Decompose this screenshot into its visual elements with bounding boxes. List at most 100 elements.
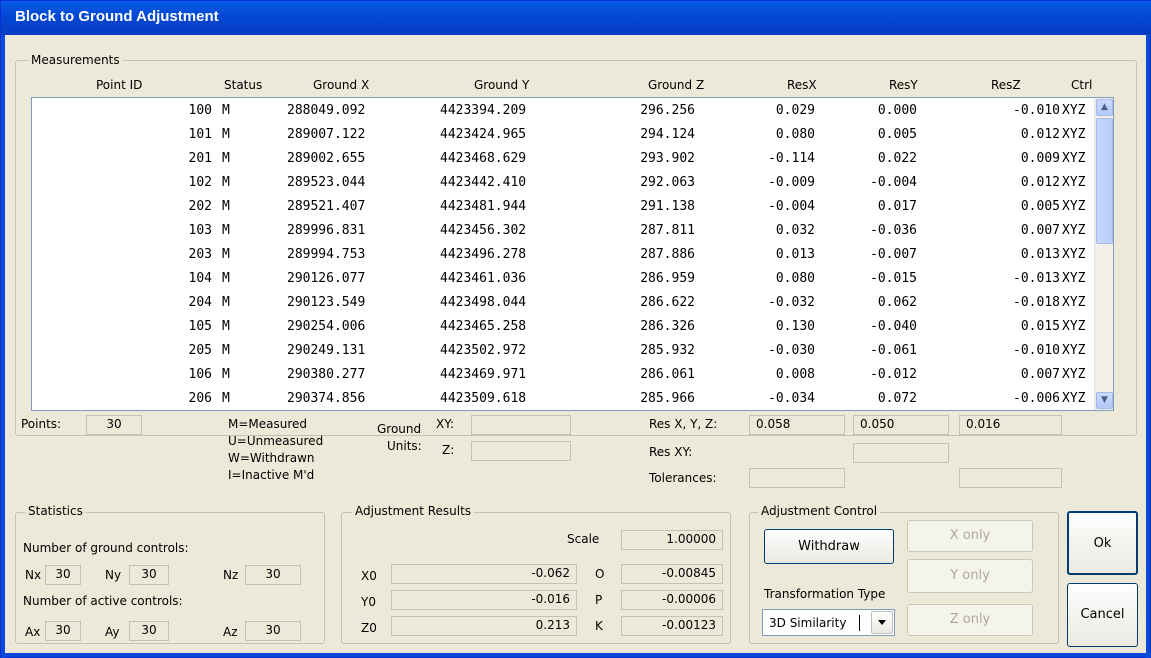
table-row[interactable]: 201 M 289002.655 4423468.629 293.902 -0.114 0.… xyxy=(32,148,1092,169)
table-row[interactable]: 203 M 289994.753 4423496.278 287.886 0.013 -0.… xyxy=(32,244,1092,265)
header-resx[interactable]: ResX xyxy=(787,78,817,92)
table-cell: M xyxy=(222,367,230,382)
table-cell: 289996.831 xyxy=(287,223,366,238)
table-cell: 4423456.302 xyxy=(440,223,527,238)
ground-controls-label: Number of ground controls: xyxy=(23,541,189,555)
tolerance-z-field xyxy=(959,468,1062,488)
header-ground-z[interactable]: Ground Z xyxy=(648,78,704,92)
res-y-field: 0.050 xyxy=(853,415,949,435)
table-row[interactable]: 106 M 290380.277 4423469.971 286.061 0.008 -0.… xyxy=(32,364,1092,385)
header-point-id[interactable]: Point ID xyxy=(96,78,142,92)
table-cell: M xyxy=(222,343,230,358)
adjustment-results-group-label: Adjustment Results xyxy=(352,504,475,518)
ay-field: 30 xyxy=(129,621,169,641)
table-cell: 4423509.618 xyxy=(440,391,527,406)
table-cell: 4423481.944 xyxy=(440,199,527,214)
vertical-scrollbar[interactable]: ▲ ▼ xyxy=(1094,98,1113,410)
z0-label: Z0 xyxy=(361,621,377,635)
table-row[interactable]: 202 M 289521.407 4423481.944 291.138 -0.004 0.… xyxy=(32,196,1092,217)
table-cell: M xyxy=(222,319,230,334)
res-z-field: 0.016 xyxy=(959,415,1062,435)
table-row[interactable]: 206 M 290374.856 4423509.618 285.966 -0.034 0.… xyxy=(32,388,1092,409)
table-cell: 201 xyxy=(188,151,212,166)
table-cell: M xyxy=(222,199,230,214)
header-resz[interactable]: ResZ xyxy=(991,78,1021,92)
scrollbar-thumb[interactable] xyxy=(1096,118,1113,244)
table-cell: M xyxy=(222,295,230,310)
ny-label: Ny xyxy=(105,568,122,582)
measurements-group-label: Measurements xyxy=(28,53,123,67)
table-row[interactable]: 104 M 290126.077 4423461.036 286.959 0.080 -0.… xyxy=(32,268,1092,289)
table-cell: M xyxy=(222,175,230,190)
table-cell: -0.040 xyxy=(870,319,917,334)
header-status[interactable]: Status xyxy=(224,78,262,92)
table-row[interactable]: 100 M 288049.092 4423394.209 296.256 0.029 0.0… xyxy=(32,100,1092,121)
ax-field: 30 xyxy=(45,621,81,641)
triangle-down-icon xyxy=(878,620,886,625)
table-cell: -0.018 xyxy=(1013,295,1060,310)
chevron-up-icon[interactable]: ▲ xyxy=(1096,99,1113,116)
z-only-button[interactable]: Z only xyxy=(907,604,1033,636)
withdraw-button[interactable]: Withdraw xyxy=(764,529,894,564)
measurements-list[interactable]: 100 M 288049.092 4423394.209 296.256 0.029 0.0… xyxy=(31,97,1114,411)
table-cell: XYZ xyxy=(1062,199,1086,214)
header-ground-y[interactable]: Ground Y xyxy=(474,78,529,92)
p-field: -0.00006 xyxy=(621,590,723,610)
table-cell: -0.007 xyxy=(870,247,917,262)
chevron-down-icon[interactable]: ▼ xyxy=(1096,392,1113,409)
table-cell: 102 xyxy=(188,175,212,190)
points-field: 30 xyxy=(86,415,142,435)
res-xy-field xyxy=(853,443,949,463)
tolerances-label: Tolerances: xyxy=(649,471,717,485)
ok-button[interactable]: Ok xyxy=(1067,511,1138,575)
table-cell: 0.009 xyxy=(1020,151,1060,166)
table-cell: 0.005 xyxy=(877,127,917,142)
header-ground-x[interactable]: Ground X xyxy=(313,78,369,92)
dropdown-button[interactable] xyxy=(871,611,893,634)
title-bar[interactable]: Block to Ground Adjustment xyxy=(1,1,1151,35)
header-resy[interactable]: ResY xyxy=(889,78,918,92)
transformation-type-label: Transformation Type xyxy=(764,587,886,601)
table-cell: 0.000 xyxy=(877,103,917,118)
table-row[interactable]: 105 M 290254.006 4423465.258 286.326 0.130 -0.… xyxy=(32,316,1092,337)
cancel-button[interactable]: Cancel xyxy=(1067,583,1138,647)
table-cell: 294.124 xyxy=(640,127,695,142)
table-cell: 286.622 xyxy=(640,295,695,310)
table-cell: 289521.407 xyxy=(287,199,366,214)
points-label: Points: xyxy=(21,417,62,431)
az-label: Az xyxy=(223,625,238,639)
table-cell: -0.010 xyxy=(1013,343,1060,358)
az-field: 30 xyxy=(245,621,301,641)
table-cell: 296.256 xyxy=(640,103,695,118)
table-row[interactable]: 102 M 289523.044 4423442.410 292.063 -0.009 -0… xyxy=(32,172,1092,193)
header-ctrl[interactable]: Ctrl xyxy=(1071,78,1092,92)
adjustment-control-group-label: Adjustment Control xyxy=(758,504,881,518)
table-row[interactable]: 101 M 289007.122 4423424.965 294.124 0.080 0.0… xyxy=(32,124,1092,145)
y-only-button[interactable]: Y only xyxy=(907,559,1033,593)
transformation-type-value: 3D Similarity xyxy=(769,616,847,630)
x-only-button[interactable]: X only xyxy=(907,520,1033,552)
res-x-field: 0.058 xyxy=(749,415,845,435)
table-cell: 103 xyxy=(188,223,212,238)
table-cell: M xyxy=(222,271,230,286)
res-xy-label: Res XY: xyxy=(649,445,693,459)
table-cell: XYZ xyxy=(1062,247,1086,262)
table-cell: 289523.044 xyxy=(287,175,366,190)
table-cell: 106 xyxy=(188,367,212,382)
table-cell: M xyxy=(222,391,230,406)
table-row[interactable]: 103 M 289996.831 4423456.302 287.811 0.032 -0.… xyxy=(32,220,1092,241)
table-cell: -0.034 xyxy=(768,391,815,406)
dialog-window: Block to Ground Adjustment Measurements … xyxy=(0,0,1151,658)
table-cell: XYZ xyxy=(1062,319,1086,334)
table-cell: -0.004 xyxy=(768,199,815,214)
table-cell: 286.959 xyxy=(640,271,695,286)
table-cell: 101 xyxy=(188,127,212,142)
table-row[interactable]: 205 M 290249.131 4423502.972 285.932 -0.030 -0… xyxy=(32,340,1092,361)
table-cell: M xyxy=(222,151,230,166)
table-cell: M xyxy=(222,223,230,238)
p-label: P xyxy=(595,593,603,607)
table-cell: XYZ xyxy=(1062,175,1086,190)
table-cell: 0.130 xyxy=(775,319,815,334)
transformation-type-select[interactable]: 3D Similarity xyxy=(762,609,895,636)
table-row[interactable]: 204 M 290123.549 4423498.044 286.622 -0.032 0.… xyxy=(32,292,1092,313)
